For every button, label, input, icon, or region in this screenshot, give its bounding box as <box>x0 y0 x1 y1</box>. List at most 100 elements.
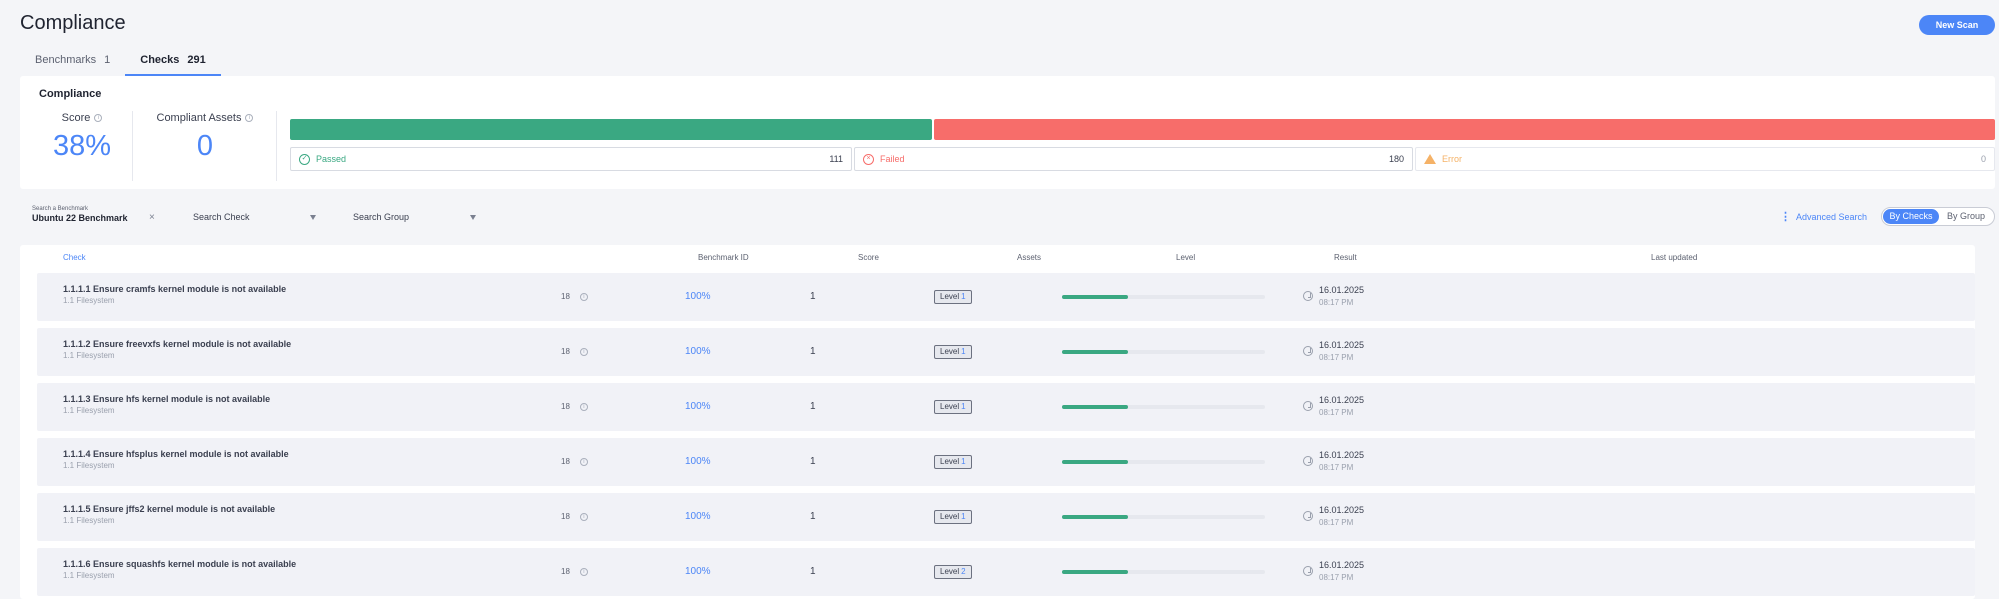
error-count: 0 <box>1980 154 1986 164</box>
tab-benchmarks-label: Benchmarks <box>35 54 97 66</box>
table-row[interactable]: 1.1.1.3 Ensure hfs kernel module is not … <box>37 383 1975 431</box>
clear-icon[interactable]: × <box>149 212 155 223</box>
last-updated-time: 08:17 PM <box>1319 573 1354 582</box>
level-badge: Level 1 <box>934 400 972 414</box>
result-bar-fill <box>1062 405 1128 409</box>
failed-stat[interactable]: × Failed 180 <box>854 147 1413 171</box>
check-score: 100% <box>685 401 711 412</box>
result-bar <box>1062 350 1265 354</box>
search-group-placeholder: Search Group <box>353 212 410 222</box>
level-badge: Level 1 <box>934 290 972 304</box>
level-badge: Level 1 <box>934 345 972 359</box>
info-icon[interactable]: i <box>579 402 588 411</box>
column-header-benchmark-id[interactable]: Benchmark ID <box>698 253 749 262</box>
check-score: 100% <box>685 456 711 467</box>
info-icon[interactable]: i <box>579 457 588 466</box>
error-label: Error <box>1442 154 1462 164</box>
check-group: 1.1 Filesystem <box>63 296 115 305</box>
search-group-select[interactable]: Search Group <box>353 212 476 222</box>
benchmark-select[interactable]: Search a Benchmark Ubuntu 22 Benchmark <box>32 206 128 223</box>
chevron-down-icon <box>470 215 476 220</box>
level-badge-label: Level <box>940 567 960 576</box>
result-bar <box>1062 460 1265 464</box>
advanced-search-label: Advanced Search <box>1796 212 1868 222</box>
last-updated-time: 08:17 PM <box>1319 353 1354 362</box>
check-title: 1.1.1.5 Ensure jffs2 kernel module is no… <box>63 504 276 514</box>
info-icon[interactable]: i <box>579 347 588 356</box>
check-title: 1.1.1.6 Ensure squashfs kernel module is… <box>63 559 297 569</box>
toggle-by-group[interactable]: By Group <box>1939 209 1993 224</box>
benchmark-id: 18 <box>561 457 570 466</box>
toggle-by-checks[interactable]: By Checks <box>1883 209 1939 224</box>
error-stat[interactable]: Error 0 <box>1415 147 1995 171</box>
benchmark-id: 18 <box>561 347 570 356</box>
benchmark-id: 18 <box>561 402 570 411</box>
check-score: 100% <box>685 291 711 302</box>
last-updated-date: 16.01.2025 <box>1319 340 1365 350</box>
summary-title: Compliance <box>39 88 102 100</box>
checks-table: Check Benchmark ID Score Assets Level Re… <box>20 245 1975 599</box>
new-scan-button[interactable]: New Scan <box>1919 15 1995 35</box>
last-updated-date: 16.01.2025 <box>1319 560 1365 570</box>
info-icon[interactable]: i <box>94 114 103 122</box>
compliant-assets-label: Compliant Assets <box>156 112 242 124</box>
check-group: 1.1 Filesystem <box>63 406 115 415</box>
search-check-placeholder: Search Check <box>193 212 250 222</box>
level-badge-value: 1 <box>961 457 966 466</box>
last-updated-time: 08:17 PM <box>1319 408 1354 417</box>
compliant-assets-metric: Compliant Assets i 0 <box>150 112 260 163</box>
tab-benchmarks[interactable]: Benchmarks 1 <box>20 52 125 76</box>
result-bar <box>1062 570 1265 574</box>
table-row[interactable]: 1.1.1.4 Ensure hfsplus kernel module is … <box>37 438 1975 486</box>
level-badge-value: 2 <box>961 567 966 576</box>
last-updated-date: 16.01.2025 <box>1319 395 1365 405</box>
column-header-score[interactable]: Score <box>858 253 879 262</box>
check-circle-icon: ✓ <box>299 153 310 165</box>
check-group: 1.1 Filesystem <box>63 351 115 360</box>
level-badge-label: Level <box>940 292 960 301</box>
info-icon[interactable]: i <box>579 567 588 576</box>
passed-bar <box>290 119 932 140</box>
level-badge: Level 1 <box>934 455 972 469</box>
compliant-assets-value: 0 <box>196 130 214 162</box>
chevron-down-icon <box>310 215 316 220</box>
result-bar-fill <box>1062 295 1128 299</box>
score-value: 38% <box>52 130 112 162</box>
table-row[interactable]: 1.1.1.6 Ensure squashfs kernel module is… <box>37 548 1975 596</box>
tab-checks[interactable]: Checks 291 <box>125 52 221 76</box>
column-header-assets[interactable]: Assets <box>1017 253 1041 262</box>
info-icon[interactable]: i <box>245 114 254 122</box>
last-updated-time: 08:17 PM <box>1319 298 1354 307</box>
clock-icon <box>1303 566 1313 576</box>
column-header-result[interactable]: Result <box>1334 253 1357 262</box>
check-score: 100% <box>685 566 711 577</box>
benchmark-id: 18 <box>561 567 570 576</box>
level-badge-label: Level <box>940 457 960 466</box>
level-badge-value: 1 <box>961 347 966 356</box>
level-badge-label: Level <box>940 347 960 356</box>
result-bar-fill <box>1062 350 1128 354</box>
column-header-level[interactable]: Level <box>1176 253 1195 262</box>
failed-label: Failed <box>880 154 905 164</box>
kebab-menu-icon: ⋮ <box>1780 210 1791 223</box>
benchmark-id: 18 <box>561 292 570 301</box>
tab-checks-label: Checks <box>140 54 180 66</box>
level-badge-value: 1 <box>961 292 966 301</box>
search-check-select[interactable]: Search Check <box>193 212 316 222</box>
tab-benchmarks-count: 1 <box>104 54 111 66</box>
score-metric: Score i 38% <box>40 112 124 163</box>
column-header-check[interactable]: Check <box>63 253 86 262</box>
clock-icon <box>1303 401 1313 411</box>
advanced-search-link[interactable]: ⋮ Advanced Search <box>1780 210 1868 223</box>
table-row[interactable]: 1.1.1.5 Ensure jffs2 kernel module is no… <box>37 493 1975 541</box>
last-updated-date: 16.01.2025 <box>1319 450 1365 460</box>
check-assets: 1 <box>810 566 816 577</box>
passed-stat[interactable]: ✓ Passed 111 <box>290 147 852 171</box>
column-header-last-updated[interactable]: Last updated <box>1651 253 1697 262</box>
info-icon[interactable]: i <box>579 512 588 521</box>
table-row[interactable]: 1.1.1.1 Ensure cramfs kernel module is n… <box>37 273 1975 321</box>
table-row[interactable]: 1.1.1.2 Ensure freevxfs kernel module is… <box>37 328 1975 376</box>
clock-icon <box>1303 291 1313 301</box>
info-icon[interactable]: i <box>579 292 588 301</box>
table-header: Check Benchmark ID Score Assets Level Re… <box>20 253 1975 265</box>
